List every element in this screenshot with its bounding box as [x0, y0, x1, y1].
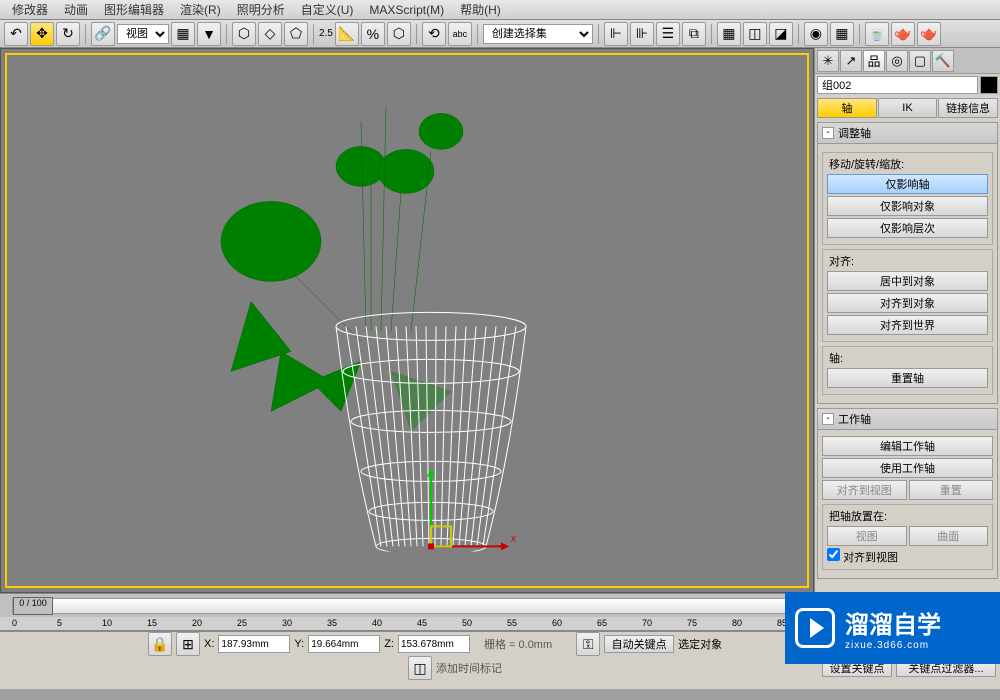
key-icon[interactable]: ⚿: [576, 632, 600, 656]
reset-wp-button: 重置: [909, 480, 994, 500]
watermark: 溜溜自学 zixue.3d66.com: [785, 592, 1000, 664]
menu-customize[interactable]: 自定义(U): [293, 1, 362, 18]
teapot2-tool[interactable]: 🫖: [891, 22, 915, 46]
snap-toggle[interactable]: ⬡: [232, 22, 256, 46]
lock-icon[interactable]: 🔒: [148, 632, 172, 656]
undo-button[interactable]: ↶: [4, 22, 28, 46]
place-surface-button: 曲面: [909, 526, 989, 546]
render-setup[interactable]: ◫: [743, 22, 767, 46]
scene-content: x: [131, 71, 591, 551]
material-tool[interactable]: ▦: [717, 22, 741, 46]
y-coord-field[interactable]: [308, 635, 380, 653]
percent-snap[interactable]: ⬠: [284, 22, 308, 46]
grid-label: 栅格 = 0.0mm: [484, 636, 552, 652]
display-tab-icon[interactable]: ▢: [909, 50, 931, 72]
pivot-tab[interactable]: 轴: [817, 98, 877, 118]
adjust-pivot-rollout: -调整轴 移动/旋转/缩放: 仅影响轴 仅影响对象 仅影响层次 对齐: 居中到对…: [817, 122, 998, 404]
align-to-view-checkbox[interactable]: [827, 548, 840, 561]
svg-text:x: x: [511, 533, 516, 544]
percent-tool[interactable]: %: [361, 22, 385, 46]
align2-tool[interactable]: ⊪: [630, 22, 654, 46]
ik-tab[interactable]: IK: [878, 98, 938, 118]
env-tool[interactable]: ▦: [830, 22, 854, 46]
main-toolbar: ↶ ✥ ↻ 🔗 视图 ▦ ▼ ⬡ ◇ ⬠ 2.5 📐 % ⬡ ⟲ abc 创建选…: [0, 20, 1000, 48]
menu-maxscript[interactable]: MAXScript(M): [361, 3, 452, 17]
affect-hierarchy-button[interactable]: 仅影响层次: [827, 218, 988, 238]
layer-tool[interactable]: ☰: [656, 22, 680, 46]
link-tool[interactable]: 🔗: [91, 22, 115, 46]
watermark-url: zixue.3d66.com: [845, 640, 941, 651]
play-icon: [795, 608, 835, 648]
z-coord-field[interactable]: [398, 635, 470, 653]
align-to-world-button[interactable]: 对齐到世界: [827, 315, 988, 335]
menu-animation[interactable]: 动画: [56, 1, 96, 18]
edit-working-pivot-button[interactable]: 编辑工作轴: [822, 436, 993, 456]
group-tool[interactable]: ⧉: [682, 22, 706, 46]
mirror-tool[interactable]: ⟲: [422, 22, 446, 46]
select-tool[interactable]: ▦: [171, 22, 195, 46]
use-working-pivot-button[interactable]: 使用工作轴: [822, 458, 993, 478]
align-view-chk-label: 对齐到视图: [843, 552, 898, 564]
menu-modifier[interactable]: 修改器: [4, 1, 56, 18]
utilities-tab-icon[interactable]: 🔨: [932, 50, 954, 72]
align-to-object-button[interactable]: 对齐到对象: [827, 293, 988, 313]
menu-bar: 修改器 动画 图形编辑器 渲染(R) 照明分析 自定义(U) MAXScript…: [0, 0, 1000, 20]
working-pivot-title: 工作轴: [838, 411, 871, 427]
link-info-tab[interactable]: 链接信息: [938, 98, 998, 118]
object-name-field[interactable]: [817, 76, 978, 94]
viewport[interactable]: x: [0, 48, 814, 593]
render-frame[interactable]: ◪: [769, 22, 793, 46]
add-time-tag-label: 添加时间标记: [436, 660, 502, 676]
spinner-tool[interactable]: ⬡: [387, 22, 411, 46]
auto-key-button[interactable]: 自动关键点: [604, 635, 674, 653]
motion-tab-icon[interactable]: ◎: [886, 50, 908, 72]
align-tool[interactable]: ⊩: [604, 22, 628, 46]
align-to-view-button: 对齐到视图: [822, 480, 907, 500]
rotate-tool[interactable]: ↻: [56, 22, 80, 46]
snap-options[interactable]: 📐: [335, 22, 359, 46]
move-section-label: 移动/旋转/缩放:: [827, 156, 906, 172]
modify-tab-icon[interactable]: ↗: [840, 50, 862, 72]
adjust-pivot-title: 调整轴: [838, 125, 871, 141]
affect-object-only-button[interactable]: 仅影响对象: [827, 196, 988, 216]
x-coord-field[interactable]: [218, 635, 290, 653]
y-label: Y:: [294, 638, 304, 650]
teapot3-tool[interactable]: 🫖: [917, 22, 941, 46]
command-panel: ✳ ↗ 品 ◎ ▢ 🔨 轴 IK 链接信息 -调整轴 移动/旋转/缩放: 仅影响…: [814, 48, 1000, 593]
hierarchy-tab-icon[interactable]: 品: [863, 50, 885, 72]
menu-help[interactable]: 帮助(H): [452, 1, 509, 18]
teapot-tool[interactable]: 🍵: [865, 22, 889, 46]
align-section-label: 对齐:: [827, 253, 856, 269]
z-label: Z:: [384, 638, 394, 650]
object-color-swatch[interactable]: [980, 76, 998, 94]
selection-set-dropdown[interactable]: 创建选择集: [483, 24, 593, 44]
menu-render[interactable]: 渲染(R): [172, 1, 229, 18]
selected-label: 选定对象: [678, 636, 748, 652]
move-tool[interactable]: ✥: [30, 22, 54, 46]
view-dropdown[interactable]: 视图: [117, 24, 169, 44]
snap-value-label: 2.5: [319, 28, 333, 39]
tag-icon[interactable]: ◫: [408, 656, 432, 680]
working-pivot-rollout: -工作轴 编辑工作轴 使用工作轴 对齐到视图 重置 把轴放置在: 视图 曲面 对…: [817, 408, 998, 579]
place-pivot-label: 把轴放置在:: [827, 508, 889, 524]
abc-tool[interactable]: abc: [448, 22, 472, 46]
coord-mode-icon[interactable]: ⊞: [176, 632, 200, 656]
reset-pivot-button[interactable]: 重置轴: [827, 368, 988, 388]
affect-pivot-only-button[interactable]: 仅影响轴: [827, 174, 988, 194]
menu-graph-editors[interactable]: 图形编辑器: [96, 1, 172, 18]
filter-tool[interactable]: ▼: [197, 22, 221, 46]
menu-lighting[interactable]: 照明分析: [229, 1, 293, 18]
render-tool[interactable]: ◉: [804, 22, 828, 46]
center-to-object-button[interactable]: 居中到对象: [827, 271, 988, 291]
place-view-button: 视图: [827, 526, 907, 546]
angle-snap[interactable]: ◇: [258, 22, 282, 46]
timeline-slider[interactable]: 0 / 100: [13, 597, 53, 615]
pivot-section-label: 轴:: [827, 350, 845, 366]
create-tab-icon[interactable]: ✳: [817, 50, 839, 72]
watermark-title: 溜溜自学: [845, 605, 941, 640]
x-label: X:: [204, 638, 214, 650]
